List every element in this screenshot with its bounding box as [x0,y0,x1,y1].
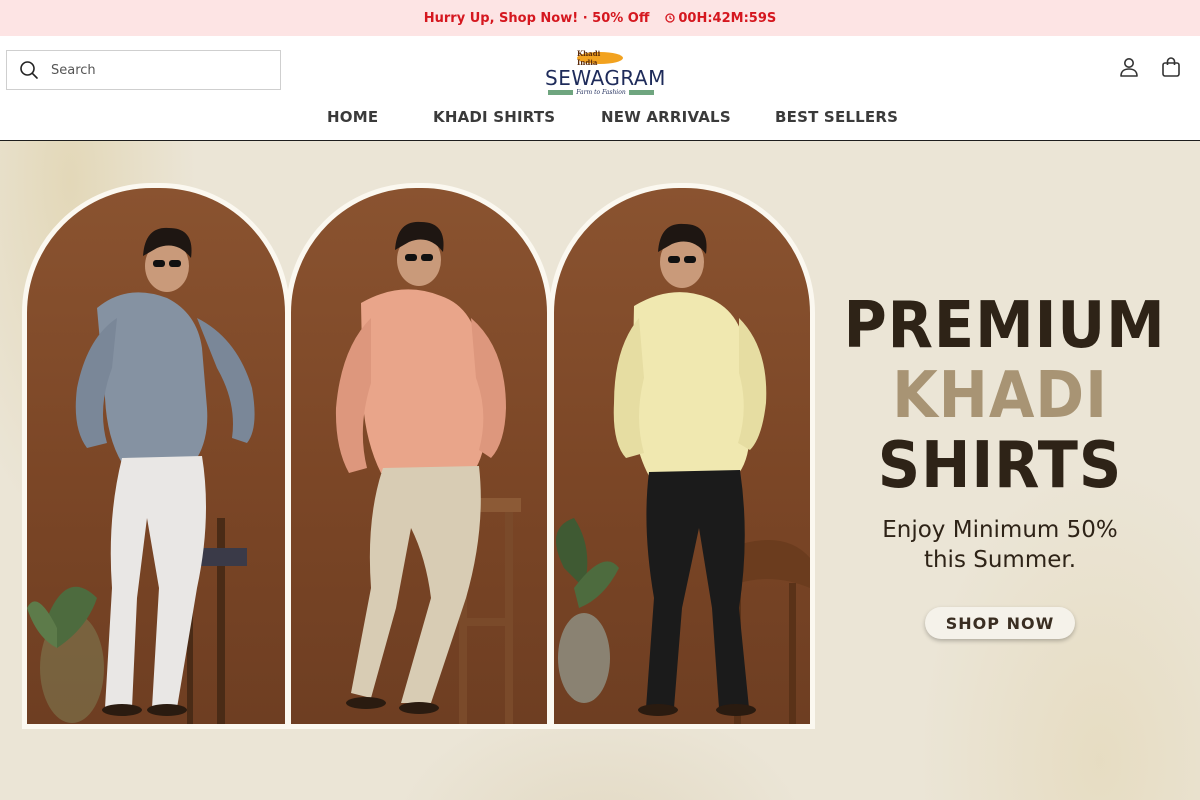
logo-bar-left [548,89,574,95]
hero-text: PREMIUM KHADI SHIRTS Enjoy Minimum 50% t… [830,291,1170,639]
model-photo-2 [286,183,552,729]
model-figure-2 [335,221,521,724]
nav-new-arrivals[interactable]: NEW ARRIVALS [601,108,731,126]
hero-subline: Enjoy Minimum 50% this Summer. [830,515,1170,575]
hero-headline-premium: PREMIUM [843,289,1166,363]
site-logo[interactable]: Khadi India SEWAGRAM Farm to Fashion [545,49,666,96]
countdown-timer: 00H:42M:59S [665,11,776,26]
hero-banner[interactable]: PREMIUM KHADI SHIRTS Enjoy Minimum 50% t… [0,141,1200,800]
nav-best-sellers[interactable]: BEST SELLERS [775,108,898,126]
header-actions [1118,56,1182,78]
account-icon[interactable] [1118,56,1140,78]
shop-now-button[interactable]: SHOP NOW [925,607,1075,639]
model-photo-3 [549,183,815,729]
search-input[interactable] [51,62,251,78]
countdown-value: 00H:42M:59S [678,10,777,26]
hero-headline-shirts: SHIRTS [877,429,1123,503]
hero-subline-1: Enjoy Minimum 50% [882,517,1118,543]
nav-home[interactable]: HOME [327,108,378,126]
announcement-bar: Hurry Up, Shop Now! · 50% Off 00H:42M:59… [0,0,1200,36]
logo-tagline: Farm to Fashion [576,88,626,96]
logo-bar-right [628,89,654,95]
logo-wordmark: SEWAGRAM [545,66,666,90]
site-header: Khadi India SEWAGRAM Farm to Fashion HOM… [0,36,1200,141]
model-figure-1 [27,227,255,724]
model-photo-1 [22,183,290,729]
hero-headline-khadi: KHADI [892,359,1108,433]
model-figure-3 [556,223,810,724]
announcement-text: Hurry Up, Shop Now! · 50% Off [423,10,650,26]
search-icon[interactable] [19,60,39,80]
cart-icon[interactable] [1160,56,1182,78]
search-box[interactable] [6,50,281,90]
logo-tagline-row: Farm to Fashion [548,88,654,96]
logo-badge: Khadi India [577,49,623,67]
hero-subline-2: this Summer. [923,547,1077,573]
main-nav: HOME KHADI SHIRTS NEW ARRIVALS BEST SELL… [0,104,1200,130]
nav-khadi-shirts[interactable]: KHADI SHIRTS [433,108,555,126]
clock-icon [665,13,676,23]
